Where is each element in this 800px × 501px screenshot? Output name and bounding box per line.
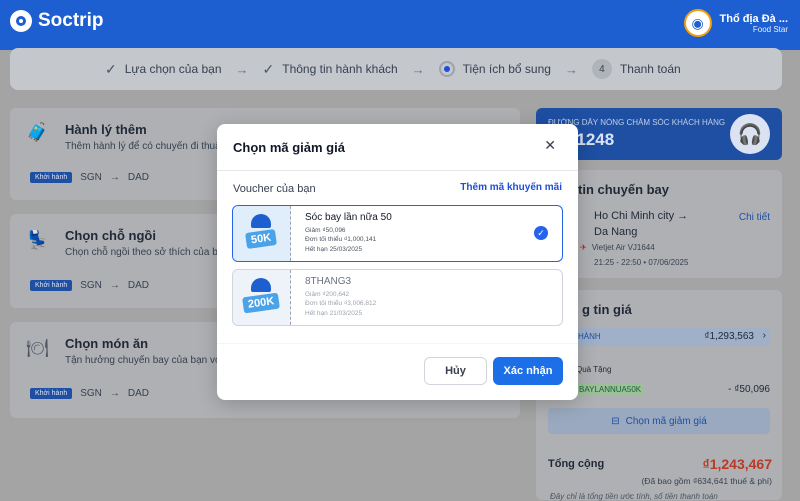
flight-info-title: tin chuyến bay xyxy=(578,182,670,197)
divider xyxy=(217,170,578,171)
arrow-right-icon: → xyxy=(109,388,120,399)
card-title: Hành lý thêm xyxy=(65,122,147,137)
destination-code: DAD xyxy=(127,280,150,291)
step-label: Thông tin hành khách xyxy=(282,62,398,76)
top-bar: Soctrip ◉ Thổ địa Đà ... Food Star xyxy=(0,0,800,50)
gift-discount: - ₫50,096 xyxy=(728,384,770,395)
arrow-right-icon: → xyxy=(411,61,425,77)
arrow-right-icon: → xyxy=(235,61,249,77)
flight-detail-link[interactable]: Chi tiết xyxy=(739,212,770,223)
seat-icon: 💺 xyxy=(26,230,49,250)
voucher-expiry: Hết hạn 21/03/2025 xyxy=(305,309,363,317)
step-payment[interactable]: 4 Thanh toán xyxy=(591,59,681,79)
route: Khởi hành SGN → DAD xyxy=(30,172,149,183)
flight-origin: Ho Chi Minh city → xyxy=(594,210,689,222)
gift-code: BAYLANNUA50K xyxy=(576,384,645,395)
close-icon[interactable]: ✕ xyxy=(544,137,556,154)
departure-badge: Khởi hành xyxy=(30,388,73,399)
destination-code: DAD xyxy=(127,172,150,183)
squirrel-hat-icon xyxy=(251,214,271,228)
step-label: Lựa chọn của bạn xyxy=(124,62,222,76)
origin-code: SGN xyxy=(80,280,102,291)
origin-code: SGN xyxy=(80,388,102,399)
coupon-icon: ⊟ xyxy=(611,415,620,427)
user-subtitle: Food Star xyxy=(752,24,788,34)
flight-time-row: 21:25 - 22:50 • 07/06/2025 xyxy=(594,258,689,267)
voucher-item[interactable]: 50K Sóc bay lần nữa 50 Giảm ₫50,096 Đơn … xyxy=(232,205,563,262)
price-info-title: g tin giá xyxy=(582,302,632,317)
departure-label: HÀNH xyxy=(578,332,601,341)
cancel-button[interactable]: Hủy xyxy=(424,357,487,385)
logo-icon xyxy=(10,10,32,32)
card-title: Chọn món ăn xyxy=(65,336,149,351)
voucher-item[interactable]: 200K 8THANG3 Giảm ₫200,642 Đơn tối thiểu… xyxy=(232,269,563,326)
step-choice[interactable]: ✓ Lựa chọn của bạn xyxy=(105,61,222,78)
voucher-modal: Chọn mã giảm giá ✕ Voucher của bạn Thêm … xyxy=(217,124,578,400)
voucher-expiry: Hết hạn 25/03/2025 xyxy=(305,245,363,253)
route: Khởi hành SGN → DAD xyxy=(30,388,149,399)
voucher-min-order: Đơn tối thiểu ₫3,006,812 xyxy=(305,300,377,308)
flight-destination: Da Nang xyxy=(594,226,638,238)
modal-title: Chọn mã giảm giá xyxy=(233,140,345,155)
voucher-section-label: Voucher của bạn xyxy=(233,183,316,195)
user-name: Thổ địa Đà ... xyxy=(719,12,788,25)
step-extras[interactable]: Tiện ích bổ sung xyxy=(438,61,551,77)
voucher-tag: 200K xyxy=(242,292,281,313)
flight-time: 21:25 - 22:50 xyxy=(594,258,642,267)
chevron-right-icon: › xyxy=(762,330,766,341)
arrow-right-icon: → xyxy=(564,61,578,77)
check-icon: ✓ xyxy=(105,60,117,77)
avatar: ◉ xyxy=(683,9,712,37)
total-label: Tổng cộng xyxy=(548,458,605,470)
choose-voucher-button[interactable]: ⊟ Chọn mã giảm giá xyxy=(548,408,770,434)
destination-code: DAD xyxy=(127,388,150,399)
voucher-min-order: Đơn tối thiểu ₫1,000,141 xyxy=(305,236,377,244)
check-icon: ✓ xyxy=(262,60,275,77)
airline-row: ✈ Vietjet Air VJ1644 xyxy=(580,243,655,252)
card-description: Chọn chỗ ngồi theo sở thích của bạ xyxy=(65,247,224,258)
card-title: Chọn chỗ ngồi xyxy=(65,228,156,243)
luggage-icon: 🧳 xyxy=(26,122,49,142)
gift-label: Quà Tặng xyxy=(576,365,612,374)
step-label: Thanh toán xyxy=(619,62,681,76)
arrow-right-icon: → xyxy=(109,280,120,291)
departure-badge: Khởi hành xyxy=(30,280,73,291)
divider xyxy=(217,343,578,344)
brand-name: Soctrip xyxy=(38,10,104,31)
logo[interactable]: Soctrip xyxy=(10,10,103,32)
step-label: Tiện ích bổ sung xyxy=(462,62,551,76)
squirrel-hat-icon xyxy=(251,278,271,292)
airline-logo-icon: ✈ xyxy=(580,243,587,252)
departure-badge: Khởi hành xyxy=(30,172,73,183)
card-description: Tận hưởng chuyến bay của bạn với xyxy=(65,355,224,366)
user-menu[interactable]: ◉ Thổ địa Đà ... Food Star xyxy=(683,9,788,37)
arrow-right-icon: → xyxy=(109,172,120,183)
step-passenger-info[interactable]: ✓ Thông tin hành khách xyxy=(263,61,398,78)
flight-date: 07/06/2025 xyxy=(648,258,689,267)
voucher-discount: Giảm ₫50,096 xyxy=(305,227,346,234)
total-price: ₫1,243,467 xyxy=(702,456,772,472)
arrow-right-icon: → xyxy=(677,210,689,222)
booking-stepper: ✓ Lựa chọn của bạn → ✓ Thông tin hành kh… xyxy=(10,48,782,90)
voucher-image: 50K xyxy=(233,206,291,261)
voucher-discount: Giảm ₫200,642 xyxy=(305,291,350,298)
airline-name: Vietjet Air VJ1644 xyxy=(591,243,655,252)
check-circle-icon: ✓ xyxy=(534,226,548,240)
voucher-image: 200K xyxy=(233,270,291,325)
step-number: 4 xyxy=(591,59,612,79)
headset-icon: 🎧 xyxy=(730,114,770,154)
add-promo-code-link[interactable]: Thêm mã khuyến mãi xyxy=(460,182,562,193)
voucher-name: 8THANG3 xyxy=(305,276,352,287)
route: Khởi hành SGN → DAD xyxy=(30,280,149,291)
voucher-tag: 50K xyxy=(245,228,278,249)
departure-price-row[interactable]: HÀNH ₫1,293,563 › xyxy=(548,328,770,346)
voucher-name: Sóc bay lần nữa 50 xyxy=(305,212,392,223)
meal-cloche-icon: 🍽 xyxy=(26,338,49,358)
tax-note: (Đã bao gồm ₫634,641 thuế & phí) xyxy=(641,476,772,486)
card-description: Thêm hành lý để có chuyến đi thuận ti xyxy=(65,141,234,152)
confirm-button[interactable]: Xác nhận xyxy=(493,357,563,385)
current-step-icon xyxy=(438,61,455,77)
origin-code: SGN xyxy=(80,172,102,183)
departure-price: ₫1,293,563 xyxy=(704,331,754,342)
